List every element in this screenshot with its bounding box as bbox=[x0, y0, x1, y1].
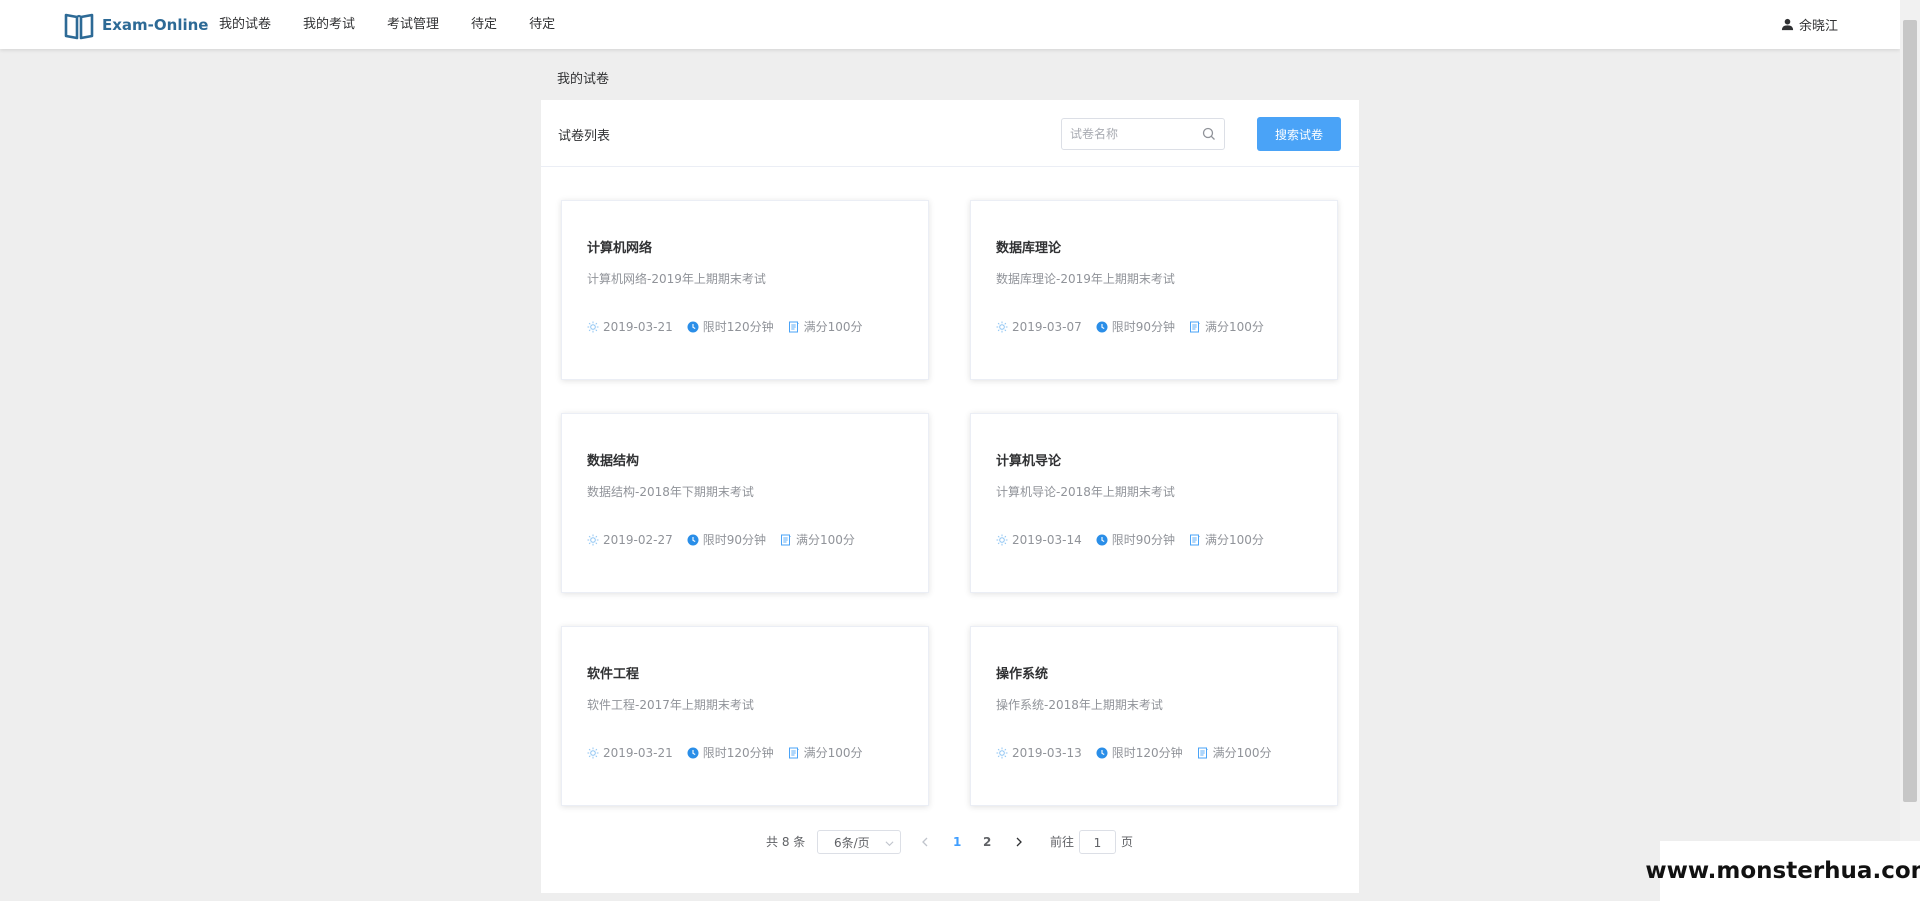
main-nav: 我的试卷 我的考试 考试管理 待定 待定 bbox=[219, 0, 571, 49]
clock-icon bbox=[1096, 747, 1108, 758]
sun-icon bbox=[996, 321, 1008, 332]
paper-meta: 2019-03-14 限时90分钟 满分100分 bbox=[996, 531, 1278, 548]
goto-page-input[interactable]: 1 bbox=[1079, 830, 1116, 854]
paper-card[interactable]: 计算机导论 计算机导论-2018年上期期末考试 2019-03-14 限时90分… bbox=[970, 413, 1338, 593]
scrollbar[interactable] bbox=[1900, 0, 1920, 901]
paper-time-limit: 限时90分钟 bbox=[1096, 318, 1175, 335]
chevron-down-icon bbox=[885, 841, 894, 847]
paper-card[interactable]: 数据结构 数据结构-2018年下期期末考试 2019-02-27 限时90分钟 … bbox=[561, 413, 929, 593]
paper-meta: 2019-03-13 限时120分钟 满分100分 bbox=[996, 744, 1286, 761]
sun-icon bbox=[587, 534, 599, 545]
user-icon bbox=[1781, 18, 1794, 31]
panel-title: 试卷列表 bbox=[558, 129, 611, 144]
paper-card[interactable]: 数据库理论 数据库理论-2019年上期期末考试 2019-03-07 限时90分… bbox=[970, 200, 1338, 380]
paper-date: 2019-03-13 bbox=[996, 746, 1082, 760]
search-box bbox=[1061, 118, 1225, 150]
paper-time-limit: 限时90分钟 bbox=[687, 531, 766, 548]
chevron-right-icon bbox=[1016, 837, 1022, 847]
paper-title[interactable]: 操作系统 bbox=[996, 663, 1048, 682]
search-icon[interactable] bbox=[1202, 127, 1216, 141]
paper-title[interactable]: 计算机导论 bbox=[996, 450, 1061, 469]
paper-description: 计算机网络-2019年上期期末考试 bbox=[587, 272, 766, 286]
paper-card[interactable]: 软件工程 软件工程-2017年上期期末考试 2019-03-21 限时120分钟… bbox=[561, 626, 929, 806]
user-menu[interactable]: 余晓江 bbox=[1781, 0, 1838, 49]
paper-description: 软件工程-2017年上期期末考试 bbox=[587, 698, 754, 712]
paper-date: 2019-02-27 bbox=[587, 533, 673, 547]
paper-title[interactable]: 数据结构 bbox=[587, 450, 639, 469]
sun-icon bbox=[587, 747, 599, 758]
paper-list-panel: 试卷列表 搜索试卷 计算机网络 计算机网络-2019年上期期末考试 2019-0… bbox=[541, 100, 1359, 893]
page-size-value: 6条/页 bbox=[834, 836, 870, 850]
nav-item-exam-management[interactable]: 考试管理 bbox=[371, 0, 455, 49]
prev-page-button[interactable] bbox=[920, 830, 930, 854]
document-icon bbox=[788, 321, 799, 332]
top-navbar: Exam-Online 我的试卷 我的考试 考试管理 待定 待定 余晓江 bbox=[0, 0, 1900, 49]
clock-icon bbox=[1096, 534, 1108, 545]
book-logo-icon bbox=[64, 13, 94, 40]
paper-date: 2019-03-21 bbox=[587, 320, 673, 334]
paper-date: 2019-03-07 bbox=[996, 320, 1082, 334]
search-papers-button[interactable]: 搜索试卷 bbox=[1257, 117, 1341, 151]
chevron-left-icon bbox=[922, 837, 928, 847]
panel-header: 试卷列表 搜索试卷 bbox=[541, 100, 1359, 167]
clock-icon bbox=[1096, 321, 1108, 332]
sun-icon bbox=[996, 534, 1008, 545]
nav-item-my-papers[interactable]: 我的试卷 bbox=[219, 0, 287, 49]
sun-icon bbox=[587, 321, 599, 332]
clock-icon bbox=[687, 321, 699, 332]
logo-text: Exam-Online bbox=[102, 16, 209, 34]
paper-date: 2019-03-14 bbox=[996, 533, 1082, 547]
paper-meta: 2019-02-27 限时90分钟 满分100分 bbox=[587, 531, 869, 548]
paper-description: 数据结构-2018年下期期末考试 bbox=[587, 485, 754, 499]
clock-icon bbox=[687, 747, 699, 758]
breadcrumb: 我的试卷 bbox=[557, 72, 610, 87]
paper-description: 操作系统-2018年上期期末考试 bbox=[996, 698, 1163, 712]
clock-icon bbox=[687, 534, 699, 545]
paper-description: 计算机导论-2018年上期期末考试 bbox=[996, 485, 1175, 499]
paper-time-limit: 限时90分钟 bbox=[1096, 531, 1175, 548]
pagination-total: 共 8 条 bbox=[766, 835, 806, 849]
document-icon bbox=[781, 534, 792, 545]
document-icon bbox=[1190, 321, 1201, 332]
paper-title[interactable]: 软件工程 bbox=[587, 663, 639, 682]
paper-time-limit: 限时120分钟 bbox=[687, 318, 774, 335]
next-page-button[interactable] bbox=[1014, 830, 1024, 854]
paper-title[interactable]: 数据库理论 bbox=[996, 237, 1061, 256]
page-number-1[interactable]: 1 bbox=[953, 830, 961, 854]
paper-meta: 2019-03-07 限时90分钟 满分100分 bbox=[996, 318, 1278, 335]
paper-description: 数据库理论-2019年上期期末考试 bbox=[996, 272, 1175, 286]
search-input[interactable] bbox=[1062, 119, 1192, 149]
paper-full-score: 满分100分 bbox=[780, 531, 855, 548]
paper-meta: 2019-03-21 限时120分钟 满分100分 bbox=[587, 744, 877, 761]
paper-full-score: 满分100分 bbox=[1189, 318, 1264, 335]
user-name: 余晓江 bbox=[1798, 19, 1838, 34]
page-number-2[interactable]: 2 bbox=[983, 830, 991, 854]
page-suffix: 页 bbox=[1121, 835, 1134, 849]
paper-time-limit: 限时120分钟 bbox=[687, 744, 774, 761]
goto-label: 前往 bbox=[1050, 835, 1075, 849]
paper-time-limit: 限时120分钟 bbox=[1096, 744, 1183, 761]
pagination: 共 8 条 6条/页 1 2 前往 1 页 bbox=[541, 830, 1359, 854]
paper-card[interactable]: 操作系统 操作系统-2018年上期期末考试 2019-03-13 限时120分钟… bbox=[970, 626, 1338, 806]
page-size-select[interactable]: 6条/页 bbox=[817, 830, 901, 854]
document-icon bbox=[788, 747, 799, 758]
nav-item-tbd-2[interactable]: 待定 bbox=[513, 0, 571, 49]
paper-title[interactable]: 计算机网络 bbox=[587, 237, 652, 256]
document-icon bbox=[1190, 534, 1201, 545]
paper-full-score: 满分100分 bbox=[788, 744, 863, 761]
document-icon bbox=[1197, 747, 1208, 758]
paper-full-score: 满分100分 bbox=[1197, 744, 1272, 761]
nav-item-tbd-1[interactable]: 待定 bbox=[455, 0, 513, 49]
paper-meta: 2019-03-21 限时120分钟 满分100分 bbox=[587, 318, 877, 335]
paper-full-score: 满分100分 bbox=[1189, 531, 1264, 548]
scrollbar-thumb[interactable] bbox=[1903, 20, 1917, 802]
paper-date: 2019-03-21 bbox=[587, 746, 673, 760]
paper-full-score: 满分100分 bbox=[788, 318, 863, 335]
nav-item-my-exams[interactable]: 我的考试 bbox=[287, 0, 371, 49]
paper-card[interactable]: 计算机网络 计算机网络-2019年上期期末考试 2019-03-21 限时120… bbox=[561, 200, 929, 380]
logo[interactable]: Exam-Online bbox=[64, 10, 208, 40]
watermark: www.monsterhua.com bbox=[1645, 841, 1920, 901]
sun-icon bbox=[996, 747, 1008, 758]
